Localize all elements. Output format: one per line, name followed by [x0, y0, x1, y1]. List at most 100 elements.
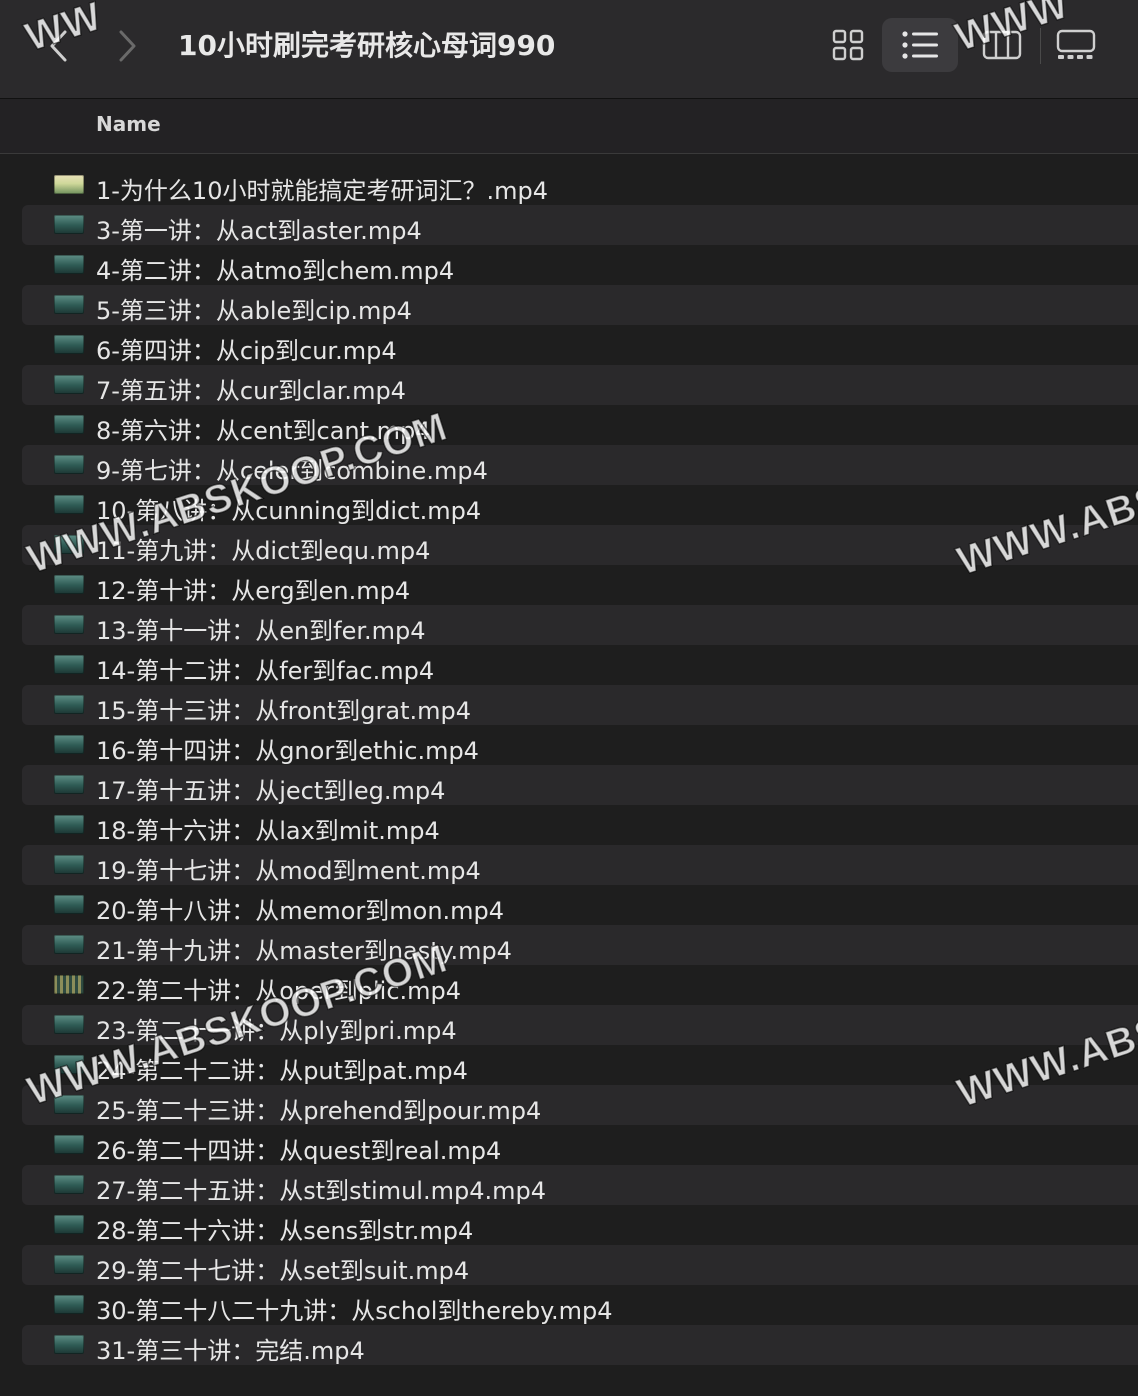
file-name: 6-第四讲：从cip到cur.mp4	[96, 337, 397, 365]
file-name: 30-第二十八二十九讲：从schol到thereby.mp4	[96, 1297, 613, 1325]
video-thumbnail-icon	[54, 215, 84, 234]
video-thumbnail-icon	[54, 935, 84, 954]
file-row[interactable]: 31-第三十讲：完结.mp4	[22, 1325, 1138, 1365]
file-name: 12-第十讲：从erg到en.mp4	[96, 577, 411, 605]
file-name: 11-第九讲：从dict到equ.mp4	[96, 537, 431, 565]
file-name: 24-第二十二讲：从put到pat.mp4	[96, 1057, 468, 1085]
file-row[interactable]: 6-第四讲：从cip到cur.mp4	[22, 325, 1138, 365]
video-thumbnail-icon	[54, 575, 84, 594]
file-name: 27-第二十五讲：从st到stimul.mp4.mp4	[96, 1177, 546, 1205]
video-thumbnail-icon	[54, 1095, 84, 1114]
video-thumbnail-icon	[54, 735, 84, 754]
file-name: 9-第七讲：从celer到combine.mp4	[96, 457, 488, 485]
video-thumbnail-icon	[54, 1335, 84, 1354]
file-row[interactable]: 29-第二十七讲：从set到suit.mp4	[22, 1245, 1138, 1285]
file-row[interactable]: 11-第九讲：从dict到equ.mp4	[22, 525, 1138, 565]
icon-view-button[interactable]	[810, 18, 886, 72]
file-row[interactable]: 14-第十二讲：从fer到fac.mp4	[22, 645, 1138, 685]
file-row[interactable]: 22-第二十讲：从oper到plic.mp4	[22, 965, 1138, 1005]
file-name: 14-第十二讲：从fer到fac.mp4	[96, 657, 435, 685]
list-view-button[interactable]	[882, 18, 958, 72]
file-name: 15-第十三讲：从front到grat.mp4	[96, 697, 472, 725]
video-thumbnail-icon	[54, 535, 84, 554]
video-thumbnail-icon	[54, 1015, 84, 1034]
file-name: 23-第二十一讲：从ply到pri.mp4	[96, 1017, 457, 1045]
file-row[interactable]: 3-第一讲：从act到aster.mp4	[22, 205, 1138, 245]
video-thumbnail-icon	[54, 695, 84, 714]
video-thumbnail-icon	[54, 855, 84, 874]
file-row[interactable]: 17-第十五讲：从ject到leg.mp4	[22, 765, 1138, 805]
file-name: 22-第二十讲：从oper到plic.mp4	[96, 977, 462, 1005]
file-row[interactable]: 1-为什么10小时就能搞定考研词汇？.mp4	[22, 165, 1138, 205]
file-name: 4-第二讲：从atmo到chem.mp4	[96, 257, 455, 285]
file-row[interactable]: 23-第二十一讲：从ply到pri.mp4	[22, 1005, 1138, 1045]
file-row[interactable]: 16-第十四讲：从gnor到ethic.mp4	[22, 725, 1138, 765]
file-row[interactable]: 24-第二十二讲：从put到pat.mp4	[22, 1045, 1138, 1085]
video-thumbnail-icon	[54, 375, 84, 394]
video-thumbnail-icon	[54, 895, 84, 914]
file-name: 1-为什么10小时就能搞定考研词汇？.mp4	[96, 177, 548, 205]
video-thumbnail-icon	[54, 775, 84, 794]
file-row[interactable]: 21-第十九讲：从master到nasty.mp4	[22, 925, 1138, 965]
video-thumbnail-icon	[54, 175, 84, 194]
file-name: 7-第五讲：从cur到clar.mp4	[96, 377, 406, 405]
file-name: 18-第十六讲：从lax到mit.mp4	[96, 817, 440, 845]
finder-window: 10小时刷完考研核心母词990 Name 1-为什么10小时就能搞定考研词汇？.…	[0, 0, 1138, 1396]
file-name: 26-第二十四讲：从quest到real.mp4	[96, 1137, 502, 1165]
file-row[interactable]: 13-第十一讲：从en到fer.mp4	[22, 605, 1138, 645]
file-name: 25-第二十三讲：从prehend到pour.mp4	[96, 1097, 542, 1125]
file-name: 21-第十九讲：从master到nasty.mp4	[96, 937, 512, 965]
columns-icon	[982, 30, 1022, 60]
file-row[interactable]: 8-第六讲：从cent到cant.mp4	[22, 405, 1138, 445]
file-row[interactable]: 10-第八讲：从cunning到dict.mp4	[22, 485, 1138, 525]
name-column-header[interactable]: Name	[96, 112, 161, 136]
gallery-icon	[1056, 29, 1096, 59]
list-icon	[902, 31, 938, 59]
chevron-left-icon	[50, 30, 67, 62]
file-row[interactable]: 20-第十八讲：从memor到mon.mp4	[22, 885, 1138, 925]
file-row[interactable]: 25-第二十三讲：从prehend到pour.mp4	[22, 1085, 1138, 1125]
video-thumbnail-icon	[54, 1135, 84, 1154]
grid-icon	[832, 29, 864, 61]
file-name: 16-第十四讲：从gnor到ethic.mp4	[96, 737, 479, 765]
back-button[interactable]	[38, 22, 78, 70]
file-row[interactable]: 28-第二十六讲：从sens到str.mp4	[22, 1205, 1138, 1245]
chevron-right-icon	[119, 30, 136, 62]
file-row[interactable]: 9-第七讲：从celer到combine.mp4	[22, 445, 1138, 485]
file-row[interactable]: 12-第十讲：从erg到en.mp4	[22, 565, 1138, 605]
forward-button[interactable]	[108, 22, 148, 70]
video-thumbnail-icon	[54, 1055, 84, 1074]
file-name: 20-第十八讲：从memor到mon.mp4	[96, 897, 505, 925]
file-name: 3-第一讲：从act到aster.mp4	[96, 217, 422, 245]
video-thumbnail-icon	[54, 415, 84, 434]
video-thumbnail-icon	[54, 615, 84, 634]
file-row[interactable]: 19-第十七讲：从mod到ment.mp4	[22, 845, 1138, 885]
file-row[interactable]: 27-第二十五讲：从st到stimul.mp4.mp4	[22, 1165, 1138, 1205]
file-row[interactable]: 15-第十三讲：从front到grat.mp4	[22, 685, 1138, 725]
file-name: 5-第三讲：从able到cip.mp4	[96, 297, 412, 325]
file-row[interactable]: 7-第五讲：从cur到clar.mp4	[22, 365, 1138, 405]
video-thumbnail-icon	[54, 1255, 84, 1274]
file-name: 31-第三十讲：完结.mp4	[96, 1337, 365, 1365]
file-name: 17-第十五讲：从ject到leg.mp4	[96, 777, 446, 805]
video-thumbnail-icon	[54, 295, 84, 314]
file-name: 10-第八讲：从cunning到dict.mp4	[96, 497, 482, 525]
file-name: 13-第十一讲：从en到fer.mp4	[96, 617, 426, 645]
video-thumbnail-icon	[54, 655, 84, 674]
video-thumbnail-icon	[54, 495, 84, 514]
gallery-view-button[interactable]	[1038, 18, 1114, 72]
window-title: 10小时刷完考研核心母词990	[178, 29, 556, 62]
file-name: 8-第六讲：从cent到cant.mp4	[96, 417, 431, 445]
column-view-button[interactable]	[964, 18, 1040, 72]
file-row[interactable]: 18-第十六讲：从lax到mit.mp4	[22, 805, 1138, 845]
file-name: 29-第二十七讲：从set到suit.mp4	[96, 1257, 470, 1285]
video-thumbnail-icon	[54, 455, 84, 474]
video-thumbnail-icon	[54, 255, 84, 274]
file-row[interactable]: 30-第二十八二十九讲：从schol到thereby.mp4	[22, 1285, 1138, 1325]
video-thumbnail-icon	[54, 1295, 84, 1314]
file-row[interactable]: 26-第二十四讲：从quest到real.mp4	[22, 1125, 1138, 1165]
file-row[interactable]: 4-第二讲：从atmo到chem.mp4	[22, 245, 1138, 285]
file-name: 19-第十七讲：从mod到ment.mp4	[96, 857, 481, 885]
video-thumbnail-icon	[54, 1175, 84, 1194]
file-row[interactable]: 5-第三讲：从able到cip.mp4	[22, 285, 1138, 325]
